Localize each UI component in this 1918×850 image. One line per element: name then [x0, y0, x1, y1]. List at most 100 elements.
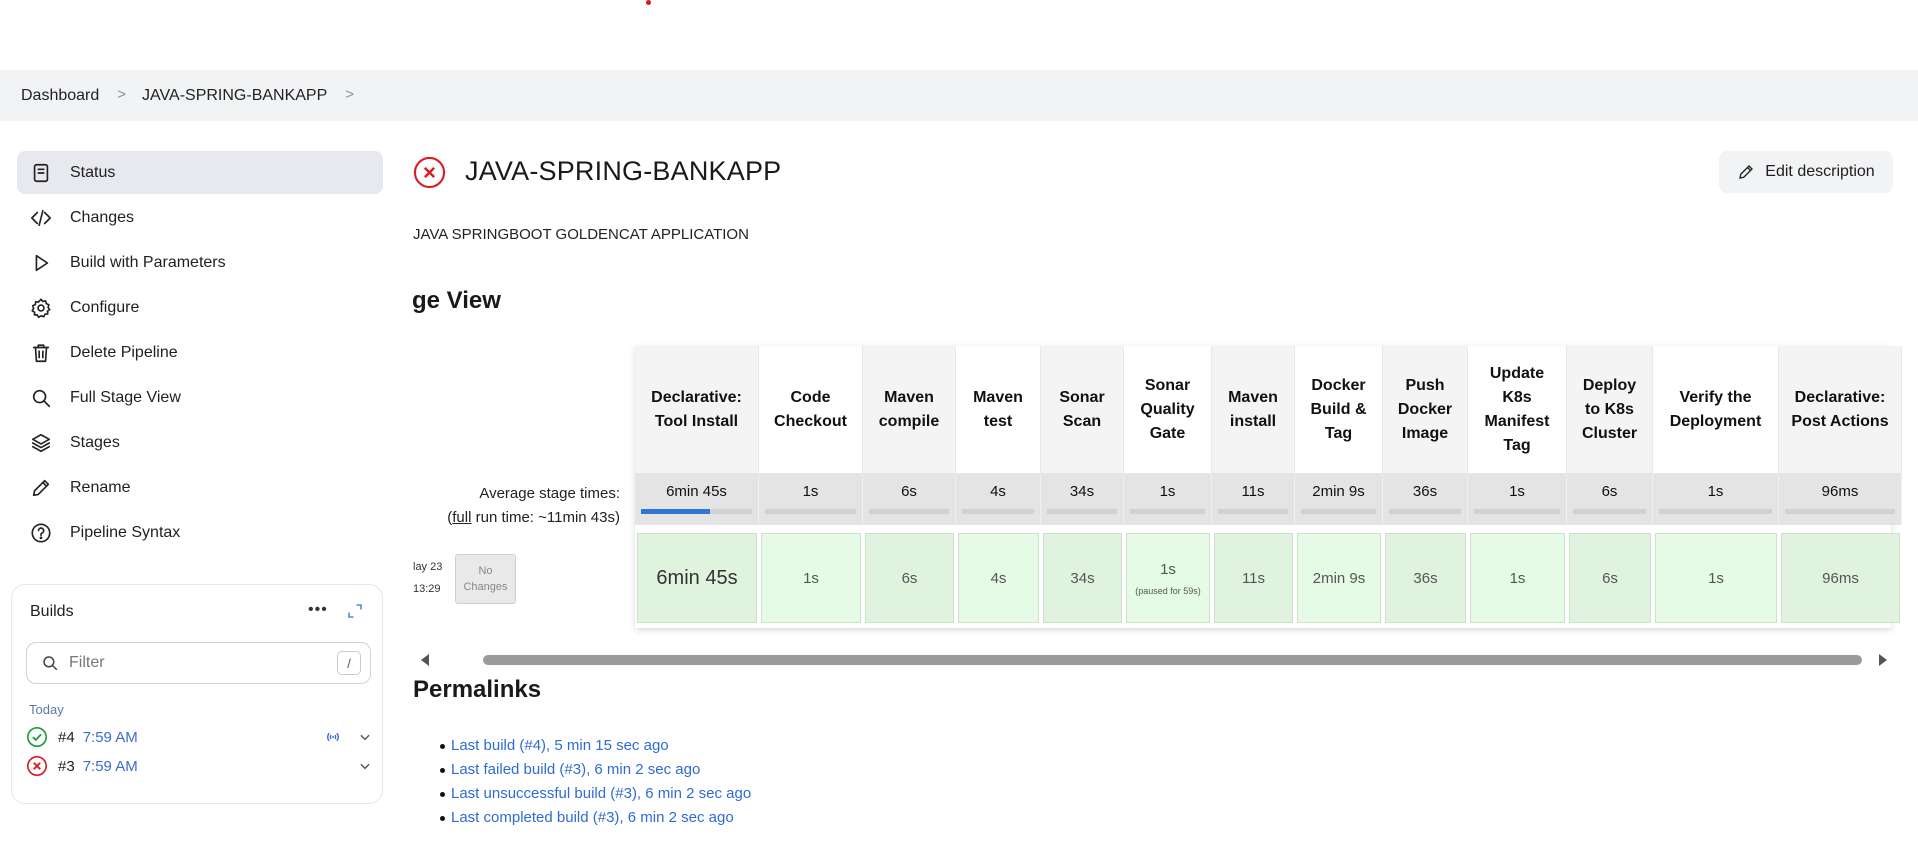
stage-run-cell[interactable]: 34s — [1043, 533, 1122, 623]
edit-description-button[interactable]: Edit description — [1719, 151, 1893, 193]
stage-run-cell[interactable]: 6s — [1569, 533, 1651, 623]
average-time-bar — [1218, 509, 1288, 514]
sidebar-item-build-with-parameters[interactable]: Build with Parameters — [17, 241, 383, 284]
search-icon — [43, 656, 58, 671]
stage-average-time: 1s — [1468, 473, 1567, 525]
layers-icon — [29, 431, 53, 455]
chevron-right-icon[interactable]: > — [345, 86, 354, 103]
failed-status-icon — [413, 156, 446, 189]
stage-header: Sonar Quality Gate — [1124, 346, 1212, 473]
build-number[interactable]: #3 — [58, 758, 75, 775]
document-icon — [29, 161, 53, 185]
stage-run-cell[interactable]: 96ms — [1781, 533, 1900, 623]
average-time-bar — [1389, 509, 1461, 514]
stage-run-cell[interactable]: 1s — [1470, 533, 1565, 623]
scrollbar-thumb[interactable] — [483, 655, 1862, 665]
build-time[interactable]: 7:59 AM — [83, 758, 138, 775]
build-row[interactable]: #3 7:59 AM — [26, 751, 371, 781]
job-description: JAVA SPRINGBOOT GOLDENCAT APPLICATION — [413, 226, 749, 243]
progress-indicator-dot — [646, 0, 651, 5]
stage-run-cell[interactable]: 11s — [1214, 533, 1293, 623]
sidebar-item-stages[interactable]: Stages — [17, 421, 383, 464]
stage-header: Verify the Deployment — [1653, 346, 1779, 473]
permalink-last-build[interactable]: Last build (#4), 5 min 15 sec ago — [439, 734, 751, 758]
sidebar-item-delete-pipeline[interactable]: Delete Pipeline — [17, 331, 383, 374]
expand-icon[interactable] — [346, 602, 364, 620]
no-changes-badge[interactable]: No Changes — [455, 554, 516, 604]
stage-run-cell[interactable]: 1s (paused for 59s) — [1126, 533, 1210, 623]
average-time-value: 4s — [990, 483, 1006, 500]
sidebar-item-status[interactable]: Status — [17, 151, 383, 194]
average-time-value: 1s — [1707, 483, 1724, 500]
permalink-last-completed-build[interactable]: Last completed build (#3), 6 min 2 sec a… — [439, 806, 751, 830]
stage-header: Push Docker Image — [1383, 346, 1468, 473]
chevron-down-icon[interactable] — [358, 759, 372, 773]
breadcrumb-job[interactable]: JAVA-SPRING-BANKAPP — [142, 87, 327, 105]
average-time-bar — [1301, 509, 1376, 514]
average-time-bar — [1474, 509, 1560, 514]
success-icon — [27, 727, 47, 747]
permalink-last-failed-build[interactable]: Last failed build (#3), 6 min 2 sec ago — [439, 758, 751, 782]
stage-run-cell[interactable]: 2min 9s — [1297, 533, 1381, 623]
stage-header: Declarative: Tool Install — [635, 346, 759, 473]
stage-average-time: 4s — [956, 473, 1041, 525]
average-time-bar — [1659, 509, 1772, 514]
average-time-bar — [641, 509, 752, 514]
sidebar-item-label: Stages — [70, 433, 120, 451]
horizontal-scrollbar[interactable] — [413, 650, 1891, 670]
pencil-icon — [29, 476, 53, 500]
stage-run-time: 1s — [1708, 569, 1724, 587]
stage-run-cell[interactable]: 4s — [958, 533, 1039, 623]
console-signal-icon[interactable] — [324, 728, 342, 746]
stage-run-time: 34s — [1070, 569, 1095, 587]
sidebar-item-label: Changes — [70, 208, 135, 226]
scroll-right-icon[interactable] — [1879, 654, 1887, 666]
search-icon — [29, 386, 53, 410]
stage-run-time: 6s — [901, 569, 918, 587]
average-time-bar — [1130, 509, 1205, 514]
average-time-bar — [1047, 509, 1117, 514]
average-time-bar — [1573, 509, 1646, 514]
filter-input[interactable] — [69, 654, 339, 672]
stage-average-time: 1s — [759, 473, 863, 525]
help-icon — [29, 521, 53, 545]
build-time[interactable]: 7:59 AM — [83, 729, 138, 746]
average-time-bar — [765, 509, 856, 514]
more-options-icon[interactable]: ••• — [308, 601, 328, 619]
stage-run-cell[interactable]: 36s — [1385, 533, 1466, 623]
build-row[interactable]: #4 7:59 AM — [26, 722, 371, 752]
average-time-value: 96ms — [1821, 483, 1859, 500]
build-number[interactable]: #4 — [58, 729, 75, 746]
sidebar-item-rename[interactable]: Rename — [17, 466, 383, 509]
stage-average-time: 11s — [1212, 473, 1295, 525]
average-time-value: 6s — [1601, 483, 1618, 500]
stage-run-cell[interactable]: 1s — [761, 533, 861, 623]
sidebar-item-label: Pipeline Syntax — [70, 523, 181, 541]
sidebar-item-pipeline-syntax[interactable]: Pipeline Syntax — [17, 511, 383, 554]
builds-title: Builds — [30, 603, 74, 620]
chevron-down-icon[interactable] — [358, 730, 372, 744]
average-time-value: 11s — [1241, 483, 1265, 500]
sidebar-item-label: Build with Parameters — [70, 253, 226, 271]
sidebar-item-full-stage-view[interactable]: Full Stage View — [17, 376, 383, 419]
stage-run-cell[interactable]: 6s — [865, 533, 954, 623]
scroll-left-icon[interactable] — [421, 654, 429, 666]
sidebar-item-label: Delete Pipeline — [70, 343, 178, 361]
sidebar-item-configure[interactable]: Configure — [17, 286, 383, 329]
average-time-bar-fill — [641, 509, 710, 514]
stage-header: Docker Build & Tag — [1295, 346, 1383, 473]
stage-run-cell[interactable]: 1s — [1655, 533, 1777, 623]
permalink-last-unsuccessful-build[interactable]: Last unsuccessful build (#3), 6 min 2 se… — [439, 782, 751, 806]
stage-header: Declarative: Post Actions — [1779, 346, 1902, 473]
breadcrumb-dashboard[interactable]: Dashboard — [21, 87, 99, 105]
stage-header: Maven test — [956, 346, 1041, 473]
stage-header: Deploy to K8s Cluster — [1567, 346, 1653, 473]
average-time-value: 1s — [802, 483, 819, 500]
stage-run-time: 36s — [1413, 569, 1438, 587]
trash-icon — [29, 341, 53, 365]
full-run-time-link[interactable]: full — [452, 509, 471, 526]
sidebar-item-changes[interactable]: Changes — [17, 196, 383, 239]
average-time-value: 6s — [901, 483, 917, 500]
run-date: lay 23 13:29 — [413, 556, 442, 600]
stage-run-cell[interactable]: 6min 45s — [637, 533, 757, 623]
